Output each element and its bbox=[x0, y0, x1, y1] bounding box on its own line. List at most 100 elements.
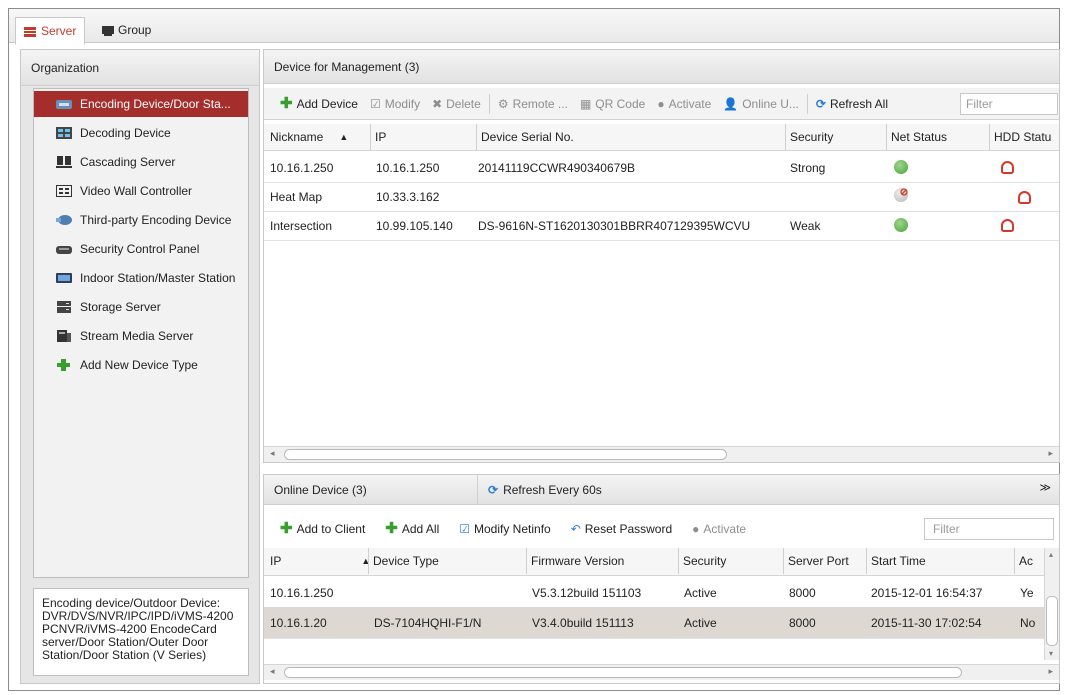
scrollbar-thumb[interactable] bbox=[284, 667, 962, 678]
plus-icon: ✚ bbox=[280, 520, 293, 537]
organization-title: Organization bbox=[31, 60, 100, 75]
sort-asc-icon: ▲ bbox=[339, 132, 349, 142]
net-offline-icon bbox=[894, 188, 908, 202]
col-server-port[interactable]: Server Port bbox=[783, 548, 849, 574]
collapse-icon[interactable]: ≫ bbox=[1039, 481, 1051, 494]
description-text: Encoding device/Outdoor Device: DVR/DVS/… bbox=[42, 596, 234, 662]
tab-group-label: Group bbox=[118, 23, 152, 37]
table-row[interactable]: Heat Map 10.33.3.162 bbox=[264, 182, 1059, 212]
reset-password-button[interactable]: ↶ Reset Password bbox=[565, 522, 678, 536]
security-panel-icon bbox=[56, 243, 72, 255]
col-security[interactable]: Security bbox=[678, 548, 726, 574]
tab-server[interactable]: Server bbox=[15, 17, 86, 45]
modify-netinfo-button[interactable]: ☑ Modify Netinfo bbox=[453, 522, 556, 536]
scrollbar-thumb[interactable] bbox=[1046, 596, 1058, 646]
scroll-up-icon[interactable]: ▴ bbox=[1049, 550, 1053, 559]
modify-netinfo-label: Modify Netinfo bbox=[474, 522, 551, 536]
online-activate-button[interactable]: ● Activate bbox=[686, 522, 752, 536]
tab-server-label: Server bbox=[41, 24, 77, 38]
add-to-client-button[interactable]: ✚ Add to Client bbox=[274, 520, 371, 537]
cell-security: Strong bbox=[790, 161, 826, 175]
device-type-label: Stream Media Server bbox=[80, 329, 194, 343]
online-user-button[interactable]: 👤 Online U... bbox=[717, 97, 805, 111]
col-net-status[interactable]: Net Status bbox=[886, 124, 947, 150]
toolbar-separator bbox=[806, 93, 808, 114]
device-type-description: Encoding device/Outdoor Device: DVR/DVS/… bbox=[33, 588, 249, 676]
activate-button[interactable]: ● Activate bbox=[651, 97, 717, 111]
add-device-button[interactable]: ✚ Add Device bbox=[274, 96, 364, 111]
refresh-icon: ⟳ bbox=[815, 96, 826, 111]
reset-password-label: Reset Password bbox=[584, 522, 673, 536]
online-device-header: Online Device (3) ⟳ Refresh Every 60s ≫ bbox=[264, 475, 1059, 505]
device-type-third-party[interactable]: Third-party Encoding Device bbox=[34, 207, 248, 233]
modify-icon: ☑ bbox=[369, 96, 381, 111]
scroll-left-icon[interactable]: ◂ bbox=[270, 666, 275, 677]
scroll-left-icon[interactable]: ◂ bbox=[270, 448, 275, 459]
online-filter-input[interactable]: Filter bbox=[924, 518, 1054, 540]
cell-ip: 10.16.1.20 bbox=[270, 616, 327, 630]
scroll-right-icon[interactable]: ▸ bbox=[1048, 666, 1053, 677]
scrollbar-thumb[interactable] bbox=[284, 449, 727, 460]
plus-icon bbox=[56, 359, 72, 371]
add-new-device-type[interactable]: Add New Device Type bbox=[34, 352, 248, 378]
stream-media-icon bbox=[56, 330, 72, 342]
table-row[interactable]: 10.16.1.20 DS-7104HQHI-F1/N V3.4.0build … bbox=[264, 607, 1044, 639]
refresh-icon: ⟳ bbox=[488, 483, 499, 497]
device-type-storage[interactable]: Storage Server bbox=[34, 294, 248, 320]
device-type-security-panel[interactable]: Security Control Panel bbox=[34, 236, 248, 262]
top-tab-bar: Server Group bbox=[9, 9, 1059, 45]
management-rows: 10.16.1.250 10.16.1.250 20141119CCWR4903… bbox=[264, 153, 1059, 243]
cell-nickname: Heat Map bbox=[270, 190, 323, 204]
cell-port: 8000 bbox=[789, 586, 816, 600]
scroll-right-icon[interactable]: ▸ bbox=[1048, 448, 1053, 459]
col-ip[interactable]: IP bbox=[370, 124, 386, 150]
online-hscrollbar[interactable]: ◂ ▸ bbox=[264, 664, 1059, 680]
col-serial[interactable]: Device Serial No. bbox=[476, 124, 574, 150]
cell-start-time: 2015-11-30 17:02:54 bbox=[871, 616, 982, 630]
col-start-time[interactable]: Start Time bbox=[866, 548, 926, 574]
remote-config-button[interactable]: ⚙ Remote ... bbox=[492, 97, 574, 111]
table-row[interactable]: 10.16.1.250 V5.3.12build 151103 Active 8… bbox=[264, 578, 1044, 608]
user-icon: 👤 bbox=[723, 96, 739, 111]
management-header: Device for Management (3) bbox=[264, 50, 1059, 84]
undo-icon: ↶ bbox=[570, 522, 581, 536]
qr-code-label: QR Code bbox=[595, 96, 646, 111]
table-row[interactable]: Intersection 10.99.105.140 DS-9616N-ST16… bbox=[264, 211, 1059, 241]
management-filter-input[interactable]: Filter bbox=[960, 93, 1058, 115]
refresh-all-label: Refresh All bbox=[829, 96, 888, 111]
delete-icon: ✖ bbox=[432, 96, 443, 111]
tab-group[interactable]: Group bbox=[93, 17, 159, 43]
scroll-down-icon[interactable]: ▾ bbox=[1049, 649, 1053, 658]
device-type-encoding[interactable]: Encoding Device/Door Sta... bbox=[34, 91, 248, 117]
col-firmware[interactable]: Firmware Version bbox=[526, 548, 624, 574]
refresh-every-button[interactable]: ⟳ Refresh Every 60s bbox=[488, 483, 602, 497]
device-type-cascading[interactable]: Cascading Server bbox=[34, 149, 248, 175]
online-vscrollbar[interactable]: ▴ ▾ bbox=[1044, 548, 1059, 660]
cell-serial: 20141119CCWR490340679B bbox=[478, 161, 636, 175]
delete-button[interactable]: ✖ Delete bbox=[426, 97, 487, 111]
hdd-alarm-icon bbox=[1001, 219, 1014, 232]
col-security[interactable]: Security bbox=[785, 124, 833, 150]
activate-label: Activate bbox=[703, 522, 747, 536]
table-row[interactable]: 10.16.1.250 10.16.1.250 20141119CCWR4903… bbox=[264, 153, 1059, 183]
col-nickname[interactable]: Nickname ▲ bbox=[270, 124, 348, 150]
cell-device-type: DS-7104HQHI-F1/N bbox=[374, 616, 482, 630]
net-online-icon bbox=[894, 160, 908, 174]
col-ip[interactable]: IP ▲ bbox=[270, 548, 370, 574]
col-device-type[interactable]: Device Type bbox=[368, 548, 439, 574]
cell-added: No bbox=[1020, 616, 1036, 630]
management-hscrollbar[interactable]: ◂ ▸ bbox=[264, 446, 1059, 462]
col-hdd-status[interactable]: HDD Statu bbox=[989, 124, 1051, 150]
device-type-indoor-station[interactable]: Indoor Station/Master Station bbox=[34, 265, 248, 291]
device-type-decoding[interactable]: Decoding Device bbox=[34, 120, 248, 146]
device-type-video-wall[interactable]: Video Wall Controller bbox=[34, 178, 248, 204]
refresh-all-button[interactable]: ⟳ Refresh All bbox=[810, 97, 894, 111]
device-type-stream-media[interactable]: Stream Media Server bbox=[34, 323, 248, 349]
add-all-button[interactable]: ✚ Add All bbox=[379, 521, 445, 536]
online-user-label: Online U... bbox=[742, 96, 799, 111]
col-added[interactable]: Ac bbox=[1014, 548, 1033, 574]
qr-code-button[interactable]: ▦ QR Code bbox=[574, 97, 651, 111]
modify-button[interactable]: ☑ Modify bbox=[364, 97, 426, 111]
cell-ip: 10.16.1.250 bbox=[270, 586, 334, 600]
cell-ip: 10.33.3.162 bbox=[376, 190, 440, 204]
